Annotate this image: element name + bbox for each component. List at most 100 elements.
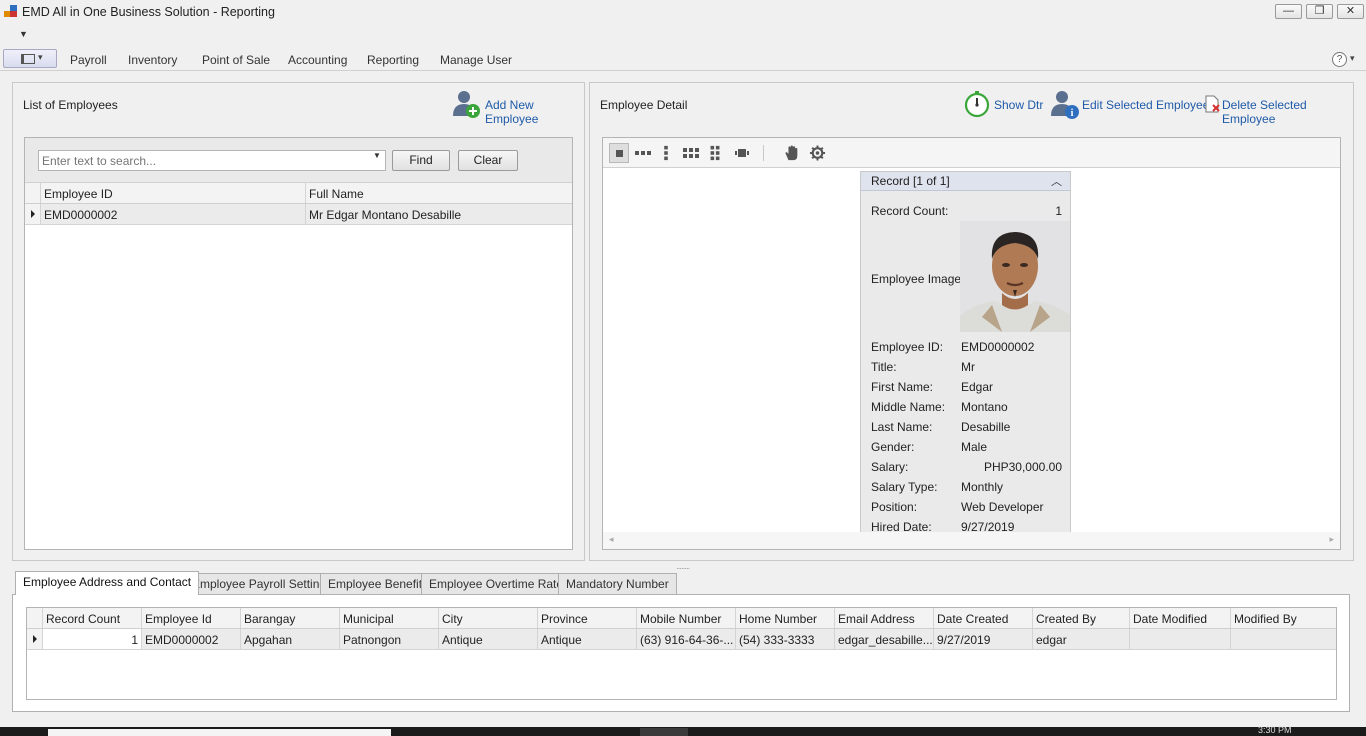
menu-bar: ▾ Payroll Inventory Point of Sale Accoun…	[0, 47, 1366, 71]
employees-search-area: ▼ Find Clear Employee ID Full Name EMD00…	[24, 137, 573, 550]
column-province[interactable]: Province	[538, 608, 637, 628]
grid-indicator-header	[27, 608, 43, 628]
delete-document-icon[interactable]	[1205, 95, 1221, 113]
column-view-icon[interactable]	[661, 145, 671, 161]
record-count-value: 1	[1055, 204, 1062, 218]
tab-address-and-contact[interactable]: Employee Address and Contact	[15, 571, 200, 595]
cell-created-by[interactable]: edgar	[1033, 629, 1130, 649]
restore-button[interactable]: ❐	[1306, 4, 1333, 19]
tab-panel: Record Count Employee Id Barangay Munici…	[12, 594, 1350, 712]
svg-text:i: i	[1071, 108, 1074, 119]
tab-overtime-rate[interactable]: Employee Overtime Rate	[421, 573, 572, 594]
grid-indicator-header	[25, 183, 41, 203]
column-record-count[interactable]: Record Count	[43, 608, 142, 628]
cell-city[interactable]: Antique	[439, 629, 538, 649]
quick-access-dropdown-icon[interactable]: ▼	[19, 29, 28, 39]
address-grid-header: Record Count Employee Id Barangay Munici…	[27, 608, 1336, 629]
search-input[interactable]	[38, 150, 386, 171]
menu-manage-user[interactable]: Manage User	[440, 53, 512, 67]
menu-point-of-sale[interactable]: Point of Sale	[202, 53, 270, 67]
column-employee-id[interactable]: Employee ID	[41, 183, 306, 203]
column-municipal[interactable]: Municipal	[340, 608, 439, 628]
edit-user-icon[interactable]: i	[1049, 89, 1081, 121]
pan-hand-icon[interactable]	[783, 145, 801, 161]
menu-accounting[interactable]: Accounting	[288, 53, 347, 67]
field-label-last-name: Last Name:	[871, 420, 933, 434]
cell-record-count[interactable]: 1	[43, 629, 142, 649]
app-menu-button[interactable]: ▾	[3, 49, 57, 68]
menu-reporting[interactable]: Reporting	[367, 53, 419, 67]
tab-employee-benefit[interactable]: Employee Benefit	[320, 573, 431, 594]
field-label-gender: Gender:	[871, 440, 915, 454]
search-bar: ▼ Find Clear	[25, 138, 572, 183]
cell-barangay[interactable]: Apgahan	[241, 629, 340, 649]
help-chevron-icon[interactable]: ▾	[1350, 53, 1355, 64]
tab-mandatory-number[interactable]: Mandatory Number	[558, 573, 677, 594]
scroll-left-icon[interactable]: ◂	[609, 534, 614, 545]
carousel-view-icon[interactable]	[734, 145, 750, 161]
column-modified-by[interactable]: Modified By	[1231, 608, 1336, 628]
column-full-name[interactable]: Full Name	[306, 183, 572, 203]
gear-icon[interactable]	[809, 145, 826, 161]
row-indicator-icon	[27, 629, 43, 649]
column-city[interactable]: City	[439, 608, 538, 628]
title-bar: EMD All in One Business Solution - Repor…	[0, 0, 1366, 24]
cell-municipal[interactable]: Patnongon	[340, 629, 439, 649]
menu-inventory[interactable]: Inventory	[128, 53, 177, 67]
table-row[interactable]: 1 EMD0000002 Apgahan Patnongon Antique A…	[27, 629, 1336, 650]
employees-group-title: List of Employees	[23, 98, 118, 112]
cell-employee-id[interactable]: EMD0000002	[142, 629, 241, 649]
multi-column-view-icon[interactable]	[709, 145, 721, 161]
multi-row-view-icon[interactable]	[682, 145, 700, 161]
cell-province[interactable]: Antique	[538, 629, 637, 649]
search-dropdown-icon[interactable]: ▼	[373, 151, 381, 160]
menu-payroll[interactable]: Payroll	[70, 53, 107, 67]
help-icon[interactable]: ?	[1332, 52, 1347, 67]
record-card-header[interactable]: Record [1 of 1] ︿	[861, 172, 1070, 191]
field-value-gender: Male	[961, 440, 988, 454]
cell-home-number[interactable]: (54) 333-3333	[736, 629, 835, 649]
single-record-view-icon[interactable]	[609, 143, 629, 163]
row-view-icon[interactable]	[634, 145, 652, 161]
table-row[interactable]: EMD0000002 Mr Edgar Montano Desabille	[25, 204, 572, 225]
column-mobile-number[interactable]: Mobile Number	[637, 608, 736, 628]
field-label-position: Position:	[871, 500, 918, 514]
cell-modified-by[interactable]	[1231, 629, 1336, 649]
add-new-employee-link[interactable]: Add New Employee	[485, 98, 584, 126]
field-label-employee-id: Employee ID:	[871, 340, 944, 354]
column-date-modified[interactable]: Date Modified	[1130, 608, 1231, 628]
splitter-handle[interactable]: ········	[676, 564, 690, 573]
employee-detail-area: Record [1 of 1] ︿ Record Count: 1 Employ…	[602, 137, 1341, 550]
column-employee-id[interactable]: Employee Id	[142, 608, 241, 628]
cell-mobile-number[interactable]: (63) 916-64-36-...	[637, 629, 736, 649]
cell-employee-id[interactable]: EMD0000002	[41, 204, 306, 224]
clear-button[interactable]: Clear	[458, 150, 518, 171]
field-value-last-name: Desabille	[961, 420, 1011, 434]
column-email-address[interactable]: Email Address	[835, 608, 934, 628]
field-value-middle-name: Montano	[961, 400, 1008, 414]
show-dtr-link[interactable]: Show Dtr	[994, 98, 1043, 112]
horizontal-scrollbar[interactable]: ◂ ▸	[603, 532, 1340, 549]
stopwatch-icon[interactable]	[962, 89, 992, 119]
column-date-created[interactable]: Date Created	[934, 608, 1033, 628]
close-button[interactable]: ✕	[1337, 4, 1364, 19]
taskbar-app-button[interactable]	[640, 728, 688, 736]
column-created-by[interactable]: Created By	[1033, 608, 1130, 628]
tab-payroll-setting[interactable]: Employee Payroll Setting	[184, 573, 335, 594]
cell-full-name[interactable]: Mr Edgar Montano Desabille	[306, 204, 572, 224]
cell-email-address[interactable]: edgar_desabille...	[835, 629, 934, 649]
employee-photo	[960, 221, 1070, 332]
column-home-number[interactable]: Home Number	[736, 608, 835, 628]
scroll-right-icon[interactable]: ▸	[1329, 534, 1334, 545]
add-user-icon[interactable]	[452, 89, 482, 119]
row-indicator-icon	[25, 204, 41, 224]
taskbar-search-box[interactable]	[48, 729, 391, 736]
delete-selected-employee-link[interactable]: Delete Selected Employee	[1222, 98, 1353, 126]
collapse-icon[interactable]: ︿	[1051, 173, 1062, 189]
edit-selected-employee-link[interactable]: Edit Selected Employee	[1082, 98, 1209, 112]
find-button[interactable]: Find	[392, 150, 450, 171]
cell-date-modified[interactable]	[1130, 629, 1231, 649]
cell-date-created[interactable]: 9/27/2019	[934, 629, 1033, 649]
column-barangay[interactable]: Barangay	[241, 608, 340, 628]
minimize-button[interactable]: —	[1275, 4, 1302, 19]
